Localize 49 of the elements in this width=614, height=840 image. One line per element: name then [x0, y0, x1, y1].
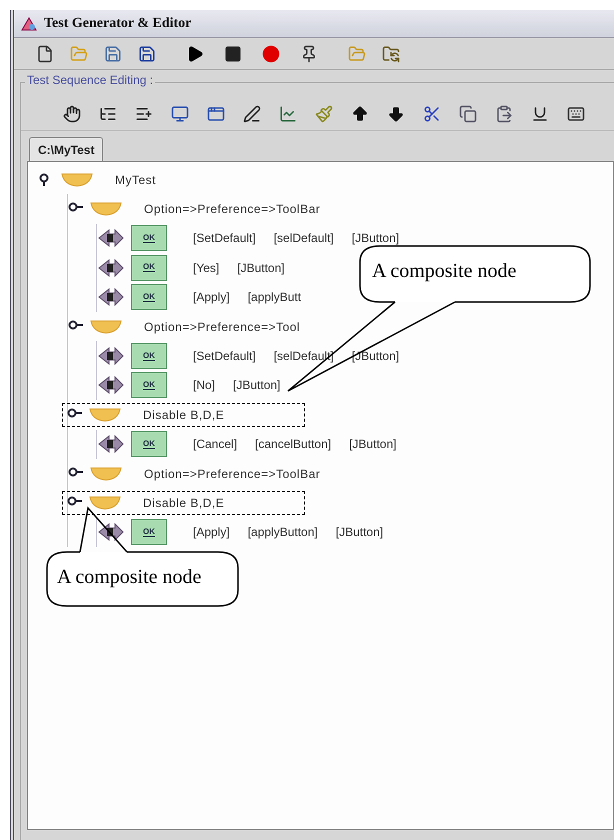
ok-button-icon: OK	[131, 372, 167, 398]
step-field: [JButton]	[233, 376, 280, 394]
cup-icon	[61, 172, 93, 188]
arrow-step-icon	[97, 256, 125, 279]
arrow-step-icon	[97, 286, 125, 308]
ok-button-icon: OK	[131, 254, 167, 281]
node-label[interactable]: Option=>Preference=>ToolBar	[144, 200, 320, 218]
step-field: [JButton]	[349, 435, 396, 454]
step-field: [JButton]	[336, 523, 384, 542]
ok-button-icon: OK	[131, 225, 167, 252]
step-field: [Apply]	[193, 288, 230, 306]
node-label[interactable]: Disable B,D,E	[143, 494, 224, 512]
step-field: [applyButton]	[248, 523, 318, 542]
arrow-step-icon	[97, 433, 125, 456]
step-field: [selDefault]	[274, 229, 334, 248]
tab[interactable]: C:\MyTest	[29, 137, 104, 161]
step-field: [SetDefault]	[193, 229, 256, 248]
step-field: [JButton]	[352, 229, 400, 248]
panel-title: Test Sequence Editing :	[25, 74, 156, 86]
step-field: [cancelButton]	[255, 435, 332, 454]
node-label[interactable]: Disable B,D,E	[143, 406, 224, 424]
step-field: [SetDefault]	[193, 347, 256, 366]
arrow-step-icon	[97, 521, 125, 544]
cup-icon	[90, 466, 122, 482]
window-title: Test Generator & Editor	[44, 15, 192, 33]
app-icon	[20, 16, 38, 32]
step-field: [applyButt	[248, 288, 302, 306]
ok-button-icon: OK	[131, 284, 167, 310]
ok-button-icon: OK	[131, 431, 167, 458]
step-field: [JButton]	[352, 347, 400, 366]
node-label[interactable]: MyTest	[115, 170, 156, 189]
cup-icon	[90, 201, 122, 218]
step-field: [JButton]	[237, 258, 285, 277]
arrow-step-icon	[97, 374, 125, 396]
cup-icon	[90, 318, 122, 335]
arrow-step-icon	[97, 345, 125, 368]
node-label[interactable]: Option=>Preference=>ToolBar	[144, 464, 320, 483]
step-field: [No]	[193, 376, 216, 394]
ok-button-icon: OK	[131, 343, 167, 370]
cup-icon	[89, 494, 121, 511]
node-label[interactable]: Option=>Preference=>Tool	[144, 318, 300, 336]
step-field: [Apply]	[193, 523, 230, 542]
arrow-step-icon	[97, 227, 125, 250]
step-field: [Yes]	[193, 258, 220, 277]
ok-button-icon: OK	[131, 519, 167, 546]
callout-text: A composite node	[57, 567, 202, 587]
cup-icon	[89, 406, 121, 423]
step-field: [Cancel]	[193, 435, 238, 454]
callout-text: A composite node	[372, 261, 516, 281]
